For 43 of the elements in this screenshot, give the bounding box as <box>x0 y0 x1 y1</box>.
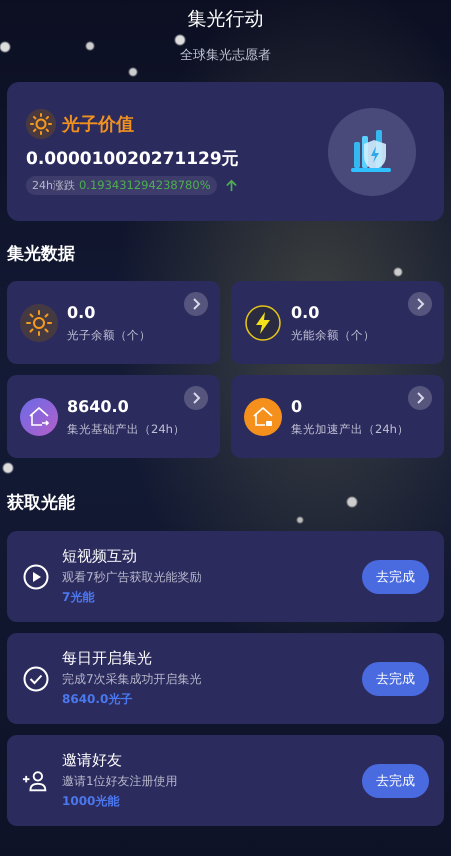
complete-button[interactable]: 去完成 <box>362 764 429 798</box>
page-subtitle: 全球集光志愿者 <box>179 47 272 64</box>
lightning-icon <box>244 304 282 342</box>
stat-value: 0.0 <box>67 302 96 322</box>
task-title: 邀请好友 <box>62 751 123 770</box>
task-reward: 7光能 <box>62 589 96 606</box>
sun-icon <box>20 304 58 342</box>
change-value: 0.193431294238780% <box>78 178 211 192</box>
task-reward: 1000光能 <box>62 793 120 810</box>
check-icon <box>22 666 50 692</box>
chevron-right-icon <box>184 386 208 410</box>
complete-button[interactable]: 去完成 <box>362 662 429 696</box>
stat-label: 光子余额（个） <box>67 328 152 342</box>
stat-card[interactable]: 0.0 光能余额（个） <box>231 281 444 364</box>
price-value: 0.000010020271129元 <box>26 148 239 170</box>
task-description: 邀请1位好友注册使用 <box>62 773 179 790</box>
stat-card[interactable]: 0 集光加速产出（24h） <box>231 375 444 458</box>
section-title: 集光数据 <box>7 243 76 265</box>
stat-label: 光能余额（个） <box>291 328 376 342</box>
task-description: 观看7秒广告获取光能奖励 <box>62 569 203 586</box>
section-title: 获取光能 <box>7 492 76 514</box>
task-title: 每日开启集光 <box>62 649 153 668</box>
page-title: 集光行动 <box>186 7 264 32</box>
play-icon <box>22 564 50 590</box>
value-title: 光子价值 <box>62 112 134 136</box>
task-description: 完成7次采集成功开启集光 <box>62 671 203 688</box>
stat-value: 8640.0 <box>67 396 129 416</box>
sun-icon <box>26 108 56 138</box>
chevron-right-icon <box>408 386 432 410</box>
change-label: 24h涨跌 <box>32 178 75 192</box>
task-reward: 8640.0光子 <box>62 691 134 708</box>
stat-card[interactable]: 0.0 光子余额（个） <box>7 281 220 364</box>
stat-label: 集光加速产出（24h） <box>291 422 410 436</box>
stat-card[interactable]: 8640.0 集光基础产出（24h） <box>7 375 220 458</box>
stat-value: 0.0 <box>291 302 320 322</box>
stat-label: 集光基础产出（24h） <box>67 422 186 436</box>
chevron-right-icon <box>184 292 208 316</box>
house-icon <box>244 398 282 436</box>
task-title: 短视频互动 <box>62 547 138 566</box>
house-icon <box>20 398 58 436</box>
stat-value: 0 <box>291 396 302 416</box>
complete-button[interactable]: 去完成 <box>362 560 429 594</box>
chevron-right-icon <box>408 292 432 316</box>
